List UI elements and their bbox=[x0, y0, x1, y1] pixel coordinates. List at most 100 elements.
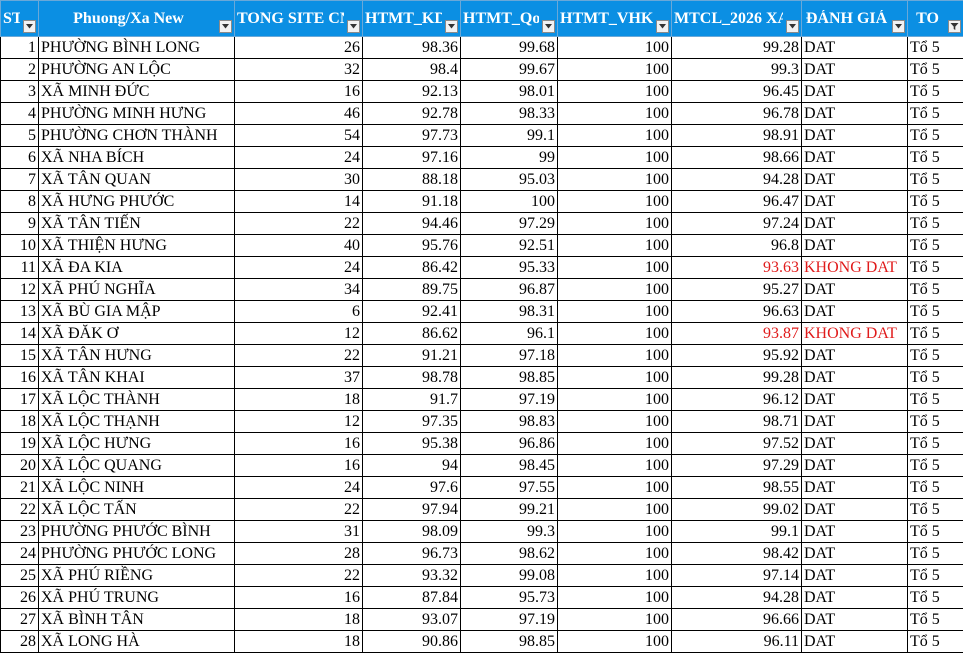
cell-phuong-xa[interactable]: XÃ PHÚ NGHĨA bbox=[39, 279, 235, 301]
cell-htmt-qos[interactable]: 97.19 bbox=[461, 609, 558, 631]
cell-to[interactable]: Tổ 5 bbox=[908, 543, 963, 565]
cell-htmt-vhkt[interactable]: 100 bbox=[558, 37, 672, 59]
cell-htmt-qos[interactable]: 99 bbox=[461, 147, 558, 169]
cell-htmt-vhkt[interactable]: 100 bbox=[558, 279, 672, 301]
cell-mtcl[interactable]: 99.3 bbox=[672, 59, 802, 81]
cell-danh-gia[interactable]: DAT bbox=[802, 499, 908, 521]
cell-to[interactable]: Tổ 5 bbox=[908, 389, 963, 411]
cell-htmt-vhkt[interactable]: 100 bbox=[558, 433, 672, 455]
cell-stt[interactable]: 7 bbox=[1, 169, 39, 191]
filter-dropdown-icon[interactable] bbox=[23, 20, 36, 33]
filter-dropdown-icon[interactable] bbox=[445, 20, 458, 33]
cell-to[interactable]: Tổ 5 bbox=[908, 609, 963, 631]
cell-htmt-qos[interactable]: 99.08 bbox=[461, 565, 558, 587]
cell-phuong-xa[interactable]: XÃ PHÚ TRUNG bbox=[39, 587, 235, 609]
cell-phuong-xa[interactable]: XÃ LONG HÀ bbox=[39, 631, 235, 653]
cell-tong-site[interactable]: 16 bbox=[235, 587, 363, 609]
cell-htmt-qos[interactable]: 97.55 bbox=[461, 477, 558, 499]
cell-htmt-qos[interactable]: 100 bbox=[461, 191, 558, 213]
cell-tong-site[interactable]: 24 bbox=[235, 477, 363, 499]
cell-danh-gia[interactable]: DAT bbox=[802, 37, 908, 59]
cell-htmt-vhkt[interactable]: 100 bbox=[558, 521, 672, 543]
cell-tong-site[interactable]: 24 bbox=[235, 147, 363, 169]
cell-danh-gia[interactable]: DAT bbox=[802, 367, 908, 389]
cell-to[interactable]: Tổ 5 bbox=[908, 587, 963, 609]
cell-htmt-vhkt[interactable]: 100 bbox=[558, 125, 672, 147]
cell-danh-gia[interactable]: DAT bbox=[802, 521, 908, 543]
filter-dropdown-icon[interactable] bbox=[656, 20, 669, 33]
cell-danh-gia[interactable]: DAT bbox=[802, 59, 908, 81]
cell-danh-gia[interactable]: DAT bbox=[802, 543, 908, 565]
cell-danh-gia[interactable]: DAT bbox=[802, 345, 908, 367]
cell-mtcl[interactable]: 94.28 bbox=[672, 169, 802, 191]
cell-stt[interactable]: 5 bbox=[1, 125, 39, 147]
cell-danh-gia[interactable]: DAT bbox=[802, 279, 908, 301]
cell-tong-site[interactable]: 18 bbox=[235, 389, 363, 411]
cell-to[interactable]: Tổ 5 bbox=[908, 191, 963, 213]
cell-phuong-xa[interactable]: PHƯỜNG BÌNH LONG bbox=[39, 37, 235, 59]
cell-stt[interactable]: 17 bbox=[1, 389, 39, 411]
cell-htmt-kd[interactable]: 97.16 bbox=[363, 147, 461, 169]
cell-to[interactable]: Tổ 5 bbox=[908, 125, 963, 147]
cell-htmt-qos[interactable]: 98.45 bbox=[461, 455, 558, 477]
cell-tong-site[interactable]: 16 bbox=[235, 455, 363, 477]
cell-phuong-xa[interactable]: XÃ LỘC NINH bbox=[39, 477, 235, 499]
cell-danh-gia[interactable]: DAT bbox=[802, 433, 908, 455]
header-col-stt[interactable]: STT bbox=[1, 1, 39, 37]
cell-htmt-vhkt[interactable]: 100 bbox=[558, 147, 672, 169]
cell-htmt-vhkt[interactable]: 100 bbox=[558, 477, 672, 499]
cell-tong-site[interactable]: 22 bbox=[235, 499, 363, 521]
cell-danh-gia[interactable]: DAT bbox=[802, 609, 908, 631]
cell-htmt-kd[interactable]: 97.6 bbox=[363, 477, 461, 499]
cell-htmt-qos[interactable]: 99.68 bbox=[461, 37, 558, 59]
cell-phuong-xa[interactable]: XÃ BÌNH TÂN bbox=[39, 609, 235, 631]
cell-stt[interactable]: 10 bbox=[1, 235, 39, 257]
cell-stt[interactable]: 18 bbox=[1, 411, 39, 433]
cell-htmt-kd[interactable]: 87.84 bbox=[363, 587, 461, 609]
cell-phuong-xa[interactable]: XÃ TÂN KHAI bbox=[39, 367, 235, 389]
cell-stt[interactable]: 16 bbox=[1, 367, 39, 389]
cell-danh-gia[interactable]: DAT bbox=[802, 565, 908, 587]
cell-htmt-kd[interactable]: 92.78 bbox=[363, 103, 461, 125]
cell-to[interactable]: Tổ 5 bbox=[908, 433, 963, 455]
cell-mtcl[interactable]: 96.47 bbox=[672, 191, 802, 213]
cell-htmt-kd[interactable]: 93.07 bbox=[363, 609, 461, 631]
cell-to[interactable]: Tổ 5 bbox=[908, 81, 963, 103]
cell-htmt-vhkt[interactable]: 100 bbox=[558, 257, 672, 279]
header-col-htmt-kd[interactable]: HTMT_KD bbox=[363, 1, 461, 37]
cell-phuong-xa[interactable]: XÃ LỘC THẠNH bbox=[39, 411, 235, 433]
cell-to[interactable]: Tổ 5 bbox=[908, 565, 963, 587]
cell-stt[interactable]: 6 bbox=[1, 147, 39, 169]
cell-to[interactable]: Tổ 5 bbox=[908, 169, 963, 191]
cell-mtcl[interactable]: 97.24 bbox=[672, 213, 802, 235]
cell-stt[interactable]: 25 bbox=[1, 565, 39, 587]
cell-phuong-xa[interactable]: XÃ TÂN HƯNG bbox=[39, 345, 235, 367]
cell-to[interactable]: Tổ 5 bbox=[908, 59, 963, 81]
cell-stt[interactable]: 23 bbox=[1, 521, 39, 543]
cell-htmt-vhkt[interactable]: 100 bbox=[558, 235, 672, 257]
cell-tong-site[interactable]: 6 bbox=[235, 301, 363, 323]
cell-stt[interactable]: 28 bbox=[1, 631, 39, 653]
cell-phuong-xa[interactable]: XÃ LỘC HƯNG bbox=[39, 433, 235, 455]
cell-mtcl[interactable]: 96.78 bbox=[672, 103, 802, 125]
cell-tong-site[interactable]: 24 bbox=[235, 257, 363, 279]
cell-phuong-xa[interactable]: PHƯỜNG AN LỘC bbox=[39, 59, 235, 81]
cell-mtcl[interactable]: 96.11 bbox=[672, 631, 802, 653]
cell-htmt-qos[interactable]: 97.29 bbox=[461, 213, 558, 235]
cell-to[interactable]: Tổ 5 bbox=[908, 455, 963, 477]
cell-phuong-xa[interactable]: XÃ NHA BÍCH bbox=[39, 147, 235, 169]
cell-htmt-qos[interactable]: 97.18 bbox=[461, 345, 558, 367]
cell-htmt-qos[interactable]: 96.87 bbox=[461, 279, 558, 301]
cell-htmt-vhkt[interactable]: 100 bbox=[558, 631, 672, 653]
cell-mtcl[interactable]: 99.28 bbox=[672, 367, 802, 389]
cell-tong-site[interactable]: 12 bbox=[235, 323, 363, 345]
cell-tong-site[interactable]: 16 bbox=[235, 433, 363, 455]
cell-danh-gia[interactable]: DAT bbox=[802, 587, 908, 609]
cell-to[interactable]: Tổ 5 bbox=[908, 345, 963, 367]
cell-htmt-kd[interactable]: 95.76 bbox=[363, 235, 461, 257]
cell-htmt-vhkt[interactable]: 100 bbox=[558, 213, 672, 235]
cell-to[interactable]: Tổ 5 bbox=[908, 213, 963, 235]
cell-mtcl[interactable]: 96.66 bbox=[672, 609, 802, 631]
cell-mtcl[interactable]: 96.8 bbox=[672, 235, 802, 257]
cell-mtcl[interactable]: 94.28 bbox=[672, 587, 802, 609]
